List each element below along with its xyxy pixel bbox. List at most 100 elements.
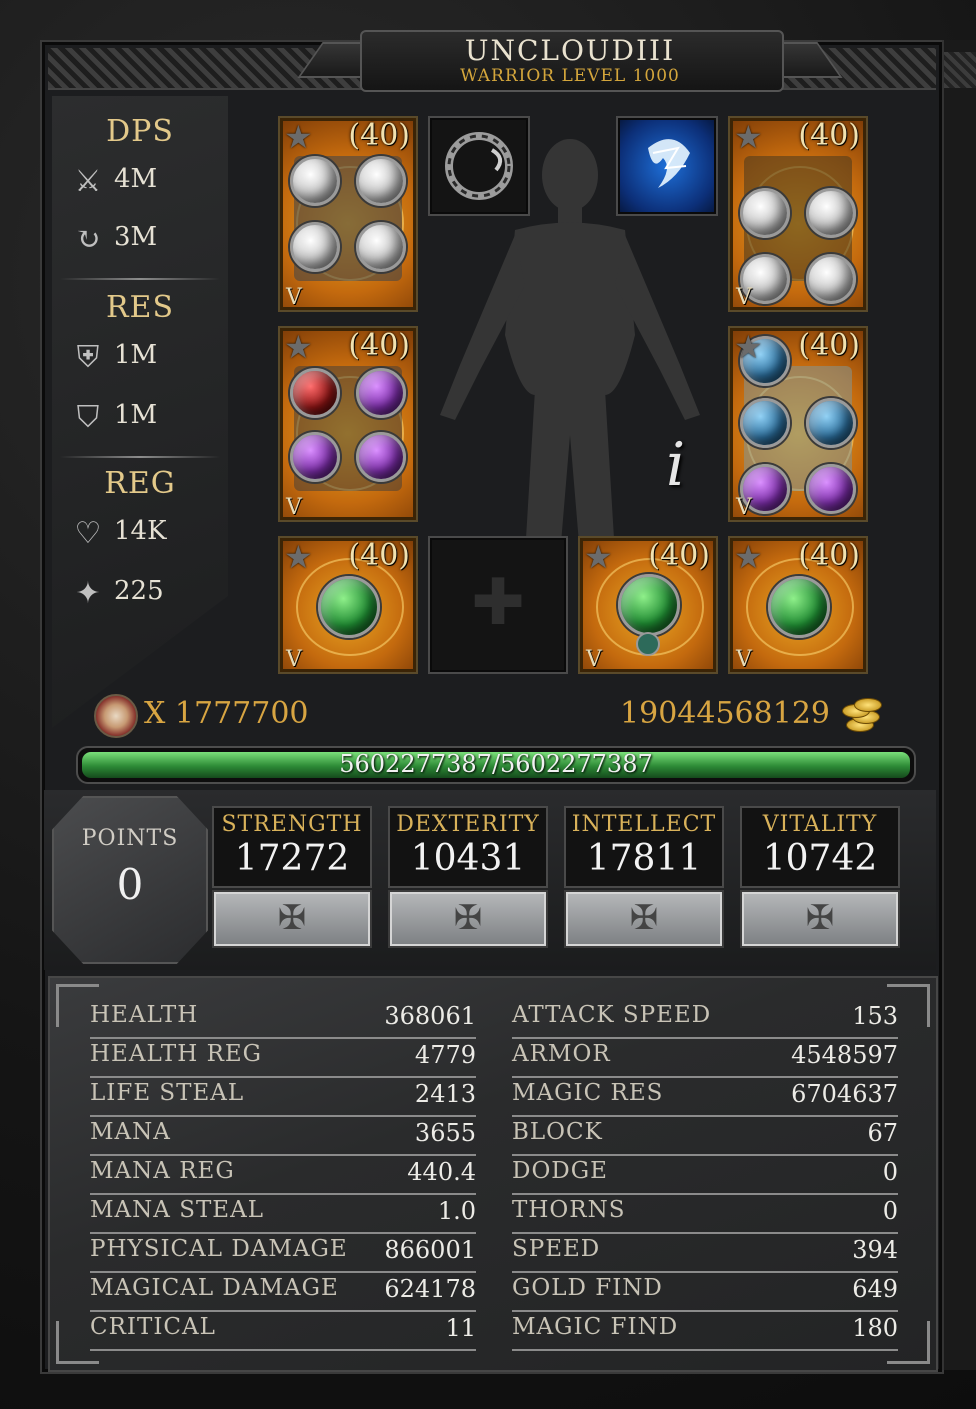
add-intellect-button[interactable]: ✠ [564, 890, 724, 948]
star-icon: ★ [734, 118, 763, 156]
stat-row: MANA REG 440.4 [90, 1156, 476, 1195]
weapon-slot[interactable]: ★ (40) V [278, 326, 418, 522]
stat-label: MAGIC RES [512, 1080, 664, 1106]
purple-gem-icon [806, 464, 856, 514]
stat-row: DODGE 0 [512, 1156, 898, 1195]
shield-swirl-icon: ⛉ [76, 400, 100, 435]
divider [60, 456, 220, 458]
gold-coins-icon [838, 690, 882, 734]
stat-label: BLOCK [512, 1119, 603, 1145]
add-vitality-button[interactable]: ✠ [740, 890, 900, 948]
item-level: (40) [798, 328, 860, 363]
dps-magic-row: ↻ 3M [64, 218, 224, 262]
adjacent-panel-edge [942, 40, 976, 1370]
purple-gem-icon [290, 432, 340, 482]
chest-slot[interactable]: ★ (40) V [728, 116, 868, 312]
stat-value: 0 [882, 1197, 898, 1225]
attribute-value: 10742 [762, 838, 878, 879]
experience-bar: 5602277387/5602277387 [76, 746, 916, 784]
item-level: (40) [348, 328, 410, 363]
stat-row: SPEED 394 [512, 1234, 898, 1273]
res-magic-row: ⛉ 1M [64, 396, 224, 440]
add-strength-button[interactable]: ✠ [212, 890, 372, 948]
purple-gem-icon [356, 432, 406, 482]
ring-left-slot[interactable]: ★ (40) V [278, 536, 418, 674]
star-icon: ★ [734, 328, 763, 366]
stat-row: HEALTH 368061 [90, 1000, 476, 1039]
add-dexterity-button[interactable]: ✠ [388, 890, 548, 948]
res-heading: RES [105, 290, 175, 325]
dps-heading: DPS [106, 114, 174, 149]
star-icon: ★ [584, 538, 613, 576]
points-value: 0 [116, 860, 144, 909]
stat-label: HEALTH REG [90, 1041, 263, 1067]
white-gem-icon [356, 222, 406, 272]
stat-label: HEALTH [90, 1002, 199, 1028]
points-box: POINTS 0 [52, 796, 208, 964]
dps-physical-row: ⚔ 4M [64, 160, 224, 204]
green-gem-icon [768, 576, 830, 638]
stat-row: PHYSICAL DAMAGE 866001 [90, 1234, 476, 1273]
blue-gem-icon [740, 398, 790, 448]
reg-health-row: ♡ 14K [64, 512, 224, 556]
stat-label: DODGE [512, 1158, 608, 1184]
class-level: WARRIOR LEVEL 1000 [460, 66, 680, 86]
stat-row: MANA 3655 [90, 1117, 476, 1156]
item-tier: V [736, 495, 752, 520]
item-tier: V [586, 647, 602, 672]
stat-value: 394 [852, 1236, 898, 1264]
crossed-swords-icon: ⚔ [74, 164, 102, 199]
stat-value: 4779 [414, 1041, 476, 1069]
points-label: POINTS [81, 826, 179, 851]
stat-row: ARMOR 4548597 [512, 1039, 898, 1078]
shield-swords-icon: ⛨ [76, 340, 100, 375]
star-icon: ★ [284, 118, 313, 156]
attribute-name: STRENGTH [221, 812, 363, 837]
heart-plus-icon: ♡ [74, 516, 102, 551]
experience-text: 5602277387/5602277387 [339, 750, 653, 778]
info-icon[interactable]: i [666, 430, 685, 500]
title-plate: UNCLOUDIII WARRIOR LEVEL 1000 [297, 26, 843, 92]
kill-count: X 1777700 [144, 696, 309, 731]
necklace-slot[interactable]: ★ (40) V [578, 536, 718, 674]
stat-value: 1.0 [437, 1197, 476, 1225]
stat-value: 4548597 [791, 1041, 898, 1069]
stat-value: 67 [867, 1119, 898, 1147]
item-tier: V [286, 647, 302, 672]
shield-slot[interactable]: ★ (40) V [728, 326, 868, 522]
attribute-vitality: VITALITY 10742 ✠ [740, 806, 900, 948]
stat-value: 2413 [414, 1080, 476, 1108]
attribute-strength: STRENGTH 17272 ✠ [212, 806, 372, 948]
item-level: (40) [798, 538, 860, 573]
attribute-value: 10431 [410, 838, 526, 879]
item-level: (40) [348, 118, 410, 153]
skill-slot[interactable] [616, 116, 718, 216]
white-gem-icon [290, 156, 340, 206]
stat-label: MAGIC FIND [512, 1314, 679, 1340]
plus-cross-icon: ✠ [453, 898, 483, 938]
res-physical-value: 1M [114, 340, 158, 370]
stat-row: HEALTH REG 4779 [90, 1039, 476, 1078]
green-gem-icon [318, 576, 380, 638]
stat-label: SPEED [512, 1236, 601, 1262]
stat-value: 440.4 [407, 1158, 476, 1186]
purple-gem-icon [356, 368, 406, 418]
white-gem-icon [290, 222, 340, 272]
star-icon: ★ [284, 538, 313, 576]
helm-slot[interactable]: ★ (40) V [278, 116, 418, 312]
empty-slot[interactable]: ✚ [428, 536, 568, 674]
stat-label: ARMOR [512, 1041, 611, 1067]
stat-value: 649 [852, 1275, 898, 1303]
red-gem-icon [290, 368, 340, 418]
stat-row: MAGIC FIND 180 [512, 1312, 898, 1351]
item-tier: V [286, 285, 302, 310]
stat-label: PHYSICAL DAMAGE [90, 1236, 348, 1262]
ring-right-slot[interactable]: ★ (40) V [728, 536, 868, 674]
mana-plus-icon: ✦ [75, 576, 101, 611]
stat-value: 180 [852, 1314, 898, 1342]
stat-row: LIFE STEAL 2413 [90, 1078, 476, 1117]
plus-cross-icon: ✠ [805, 898, 835, 938]
plus-cross-icon: ✠ [629, 898, 659, 938]
amulet-slot[interactable] [428, 116, 530, 216]
white-gem-icon [806, 188, 856, 238]
